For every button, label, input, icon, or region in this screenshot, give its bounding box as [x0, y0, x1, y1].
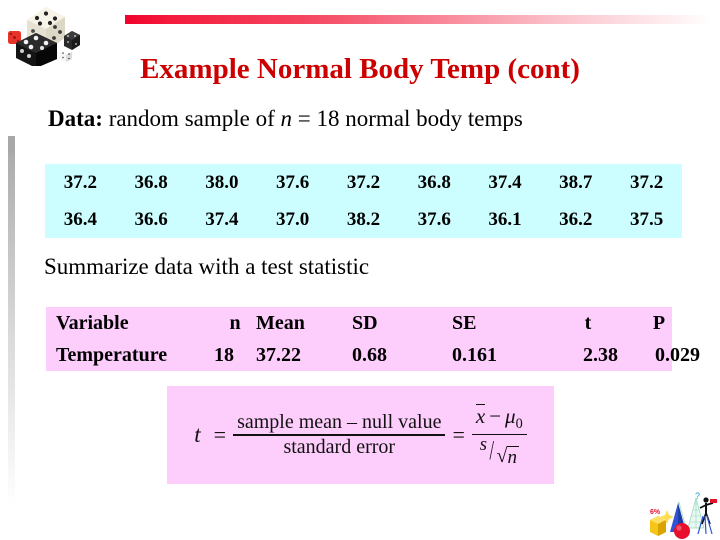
table-cell: 37.4	[205, 208, 239, 230]
mu-symbol: μ	[505, 404, 516, 429]
gray-bar-cap	[8, 136, 15, 148]
formula-equals-2: =	[452, 422, 465, 448]
t-statistic-formula-box: t = sample mean – null value standard er…	[167, 386, 554, 484]
statistics-summary-table: Variable n Mean SD SE t P Temperature 18…	[46, 307, 700, 371]
column-header-mean: Mean	[256, 311, 305, 334]
column-header-variable: Variable	[56, 311, 129, 334]
column-header-sd: SD	[352, 311, 378, 334]
table-cell: 38.2	[346, 208, 381, 230]
small-black-die-icon	[64, 31, 80, 50]
column-header-p: P	[652, 311, 666, 334]
red-gradient-bar	[125, 15, 713, 24]
table-row: Temperature 18 37.22 0.68 0.161 2.38 0.0…	[56, 339, 700, 371]
table-cell: 37.6	[276, 171, 310, 193]
cell-n: 18	[214, 343, 234, 366]
formula-numerator-symbols: x − μ0	[472, 403, 527, 433]
table-cell: 36.4	[63, 208, 97, 230]
cell-p: 0.029	[655, 343, 700, 366]
table-cell: 36.8	[417, 171, 451, 193]
red-sphere-icon	[674, 523, 690, 539]
n-symbol: n	[506, 445, 519, 468]
table-cell: 37.5	[629, 208, 664, 230]
table-cell: 38.0	[205, 171, 239, 193]
data-text-before: random sample of	[108, 106, 275, 131]
formula-symbol-fraction: x − μ0 s / √ n	[471, 403, 527, 468]
question-mark-icon: ?	[695, 491, 700, 501]
table-cell: 37.4	[488, 171, 522, 193]
cell-variable: Temperature	[56, 343, 168, 366]
formula-denominator-symbols: s / √ n	[476, 434, 523, 468]
math-symbols-icon: 6%	[650, 509, 661, 516]
geometric-shapes-clipart: ? 6%	[650, 491, 717, 539]
cell-sd: 0.68	[352, 343, 387, 366]
sample-data-grid: 37.2 36.8 38.0 37.6 37.2 36.8 37.4 38.7 …	[45, 164, 682, 238]
sphere-highlight	[676, 525, 682, 531]
data-italic-variable: n	[280, 106, 293, 131]
t-statistic-formula: t = sample mean – null value standard er…	[194, 403, 527, 468]
slash-symbol: /	[489, 435, 495, 466]
cell-se: 0.161	[452, 343, 497, 366]
table-cell: 37.2	[629, 171, 664, 193]
statistics-grid: Variable n Mean SD SE t P Temperature 18…	[56, 307, 700, 371]
formula-lhs-t: t	[194, 421, 201, 447]
table-cell: 36.2	[559, 208, 593, 230]
s-symbol: s	[479, 434, 487, 456]
column-header-se: SE	[452, 311, 477, 334]
data-text-after: normal body temps	[345, 106, 523, 131]
page-title: Example Normal Body Temp (cont)	[140, 53, 580, 85]
formula-denominator-words: standard error	[283, 435, 396, 458]
summarize-line: Summarize data with a test statistic	[44, 254, 370, 279]
sample-data-table: 37.2 36.8 38.0 37.6 37.2 36.8 37.4 38.7 …	[45, 164, 682, 238]
table-cell: 37.6	[417, 208, 451, 230]
formula-equals-1: =	[213, 422, 227, 448]
mu-subscript: 0	[515, 416, 523, 433]
table-header-row: Variable n Mean SD SE t P	[56, 307, 700, 339]
x-bar-symbol: x	[475, 403, 486, 429]
data-equals-value: = 18	[297, 106, 340, 131]
table-cell: 36.1	[488, 208, 522, 230]
table-cell: 37.2	[63, 171, 97, 193]
data-label: Data:	[48, 106, 103, 131]
square-root: √ n	[497, 445, 519, 468]
formula-word-fraction: sample mean – null value standard error	[233, 411, 446, 458]
yellow-cube-icon	[650, 516, 666, 536]
cell-mean: 37.22	[256, 343, 301, 366]
table-cell: 36.8	[134, 171, 168, 193]
table-cell: 38.7	[559, 171, 593, 193]
table-cell: 36.6	[134, 208, 168, 230]
sqrt-n-group: √ n	[496, 445, 519, 468]
formula-numerator-words: sample mean – null value	[237, 411, 442, 434]
table-cell: 37.0	[276, 208, 310, 230]
minus-symbol: −	[489, 404, 502, 429]
table-cell: 37.2	[346, 171, 381, 193]
table-row: 36.4 36.6 37.4 37.0 38.2 37.6 36.1 36.2 …	[45, 201, 682, 238]
s-over-sqrt-n: s / √ n	[479, 434, 519, 468]
table-row: 37.2 36.8 38.0 37.6 37.2 36.8 37.4 38.7 …	[45, 164, 682, 201]
column-header-t: t	[584, 311, 592, 334]
column-header-n: n	[229, 311, 241, 334]
gray-gradient-bar	[8, 136, 15, 506]
cell-t: 2.38	[583, 343, 618, 366]
data-description-line: Data: random sample of n = 18 normal bod…	[48, 105, 523, 133]
